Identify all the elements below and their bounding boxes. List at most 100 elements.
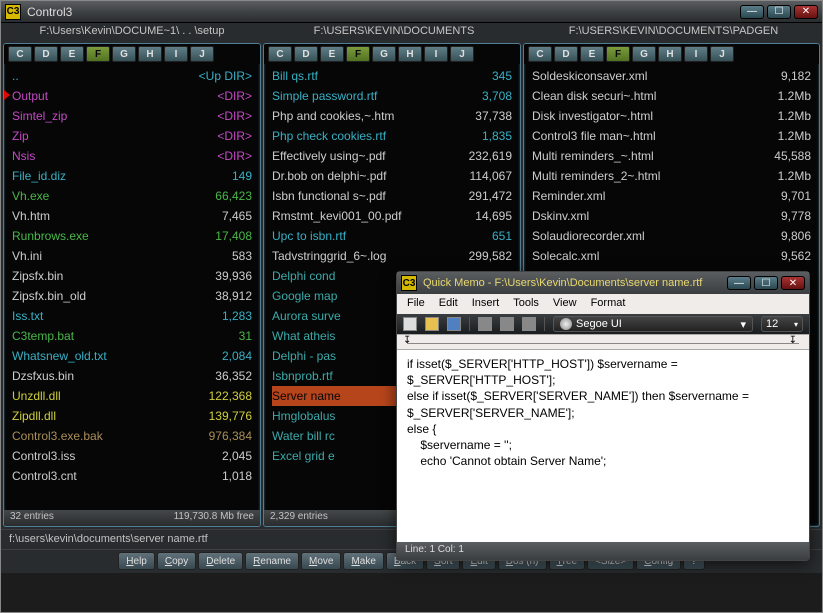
- file-row[interactable]: Iss.txt1,283: [12, 306, 252, 326]
- copy-icon[interactable]: [500, 317, 514, 331]
- drive-h[interactable]: H: [658, 46, 682, 62]
- paste-icon[interactable]: [522, 317, 536, 331]
- btn-help[interactable]: Help: [118, 552, 155, 570]
- file-row[interactable]: Tadvstringgrid_6~.log299,582: [272, 246, 512, 266]
- file-row[interactable]: Whatsnew_old.txt2,084: [12, 346, 252, 366]
- memo-titlebar[interactable]: C3 Quick Memo - F:\Users\Kevin\Documents…: [397, 272, 809, 294]
- file-row[interactable]: Nsis<DIR>: [12, 146, 252, 166]
- drive-f[interactable]: F: [86, 46, 110, 62]
- btn-rename[interactable]: Rename: [245, 552, 299, 570]
- file-row[interactable]: Php and cookies,~.htm37,738: [272, 106, 512, 126]
- maximize-button[interactable]: ☐: [767, 5, 791, 19]
- cut-icon[interactable]: [478, 317, 492, 331]
- font-select[interactable]: Segoe UI ▾: [553, 316, 753, 332]
- menu-file[interactable]: File: [407, 297, 425, 311]
- drive-f[interactable]: F: [606, 46, 630, 62]
- drive-f[interactable]: F: [346, 46, 370, 62]
- file-row[interactable]: Control3.iss2,045: [12, 446, 252, 466]
- file-row[interactable]: Vh.htm7,465: [12, 206, 252, 226]
- drive-g[interactable]: G: [632, 46, 656, 62]
- font-size-select[interactable]: 12 ▾: [761, 316, 803, 332]
- file-row[interactable]: Solecalc.xml9,562: [532, 246, 811, 266]
- drive-d[interactable]: D: [34, 46, 58, 62]
- file-row[interactable]: Dzsfxus.bin36,352: [12, 366, 252, 386]
- drive-j[interactable]: J: [450, 46, 474, 62]
- file-row[interactable]: Unzdll.dll122,368: [12, 386, 252, 406]
- drive-i[interactable]: I: [164, 46, 188, 62]
- file-row[interactable]: Disk investigator~.html1.2Mb: [532, 106, 811, 126]
- memo-maximize-button[interactable]: ☐: [754, 276, 778, 290]
- close-button[interactable]: ✕: [794, 5, 818, 19]
- btn-move[interactable]: Move: [301, 552, 341, 570]
- btn-delete[interactable]: Delete: [198, 552, 243, 570]
- file-row[interactable]: ..<Up DIR>: [12, 66, 252, 86]
- drive-c[interactable]: C: [268, 46, 292, 62]
- file-row[interactable]: Output<DIR>: [12, 86, 252, 106]
- drive-e[interactable]: E: [320, 46, 344, 62]
- file-row[interactable]: Simple password.rtf3,708: [272, 86, 512, 106]
- file-row[interactable]: File_id.diz149: [12, 166, 252, 186]
- new-icon[interactable]: [403, 317, 417, 331]
- tab-marker-left-icon[interactable]: ↧: [403, 335, 411, 346]
- drive-i[interactable]: I: [684, 46, 708, 62]
- file-row[interactable]: Solaudiorecorder.xml9,806: [532, 226, 811, 246]
- file-row[interactable]: Control3.cnt1,018: [12, 466, 252, 486]
- file-row[interactable]: Control3 file man~.html1.2Mb: [532, 126, 811, 146]
- file-row[interactable]: C3temp.bat31: [12, 326, 252, 346]
- file-row[interactable]: Dskinv.xml9,778: [532, 206, 811, 226]
- path-panel-2[interactable]: F:\USERS\KEVIN\DOCUMENTS: [263, 25, 525, 39]
- file-row[interactable]: Effectively using~.pdf232,619: [272, 146, 512, 166]
- save-icon[interactable]: [447, 317, 461, 331]
- file-row[interactable]: Multi reminders_~.html45,588: [532, 146, 811, 166]
- drive-c[interactable]: C: [528, 46, 552, 62]
- file-row[interactable]: Simtel_zip<DIR>: [12, 106, 252, 126]
- file-row[interactable]: Dr.bob on delphi~.pdf114,067: [272, 166, 512, 186]
- drive-d[interactable]: D: [554, 46, 578, 62]
- quick-memo-window[interactable]: C3 Quick Memo - F:\Users\Kevin\Documents…: [396, 271, 810, 561]
- open-icon[interactable]: [425, 317, 439, 331]
- file-row[interactable]: Control3.exe.bak976,384: [12, 426, 252, 446]
- file-row[interactable]: Upc to isbn.rtf651: [272, 226, 512, 246]
- drive-j[interactable]: J: [710, 46, 734, 62]
- drive-e[interactable]: E: [580, 46, 604, 62]
- file-row[interactable]: Runbrows.exe17,408: [12, 226, 252, 246]
- memo-minimize-button[interactable]: —: [727, 276, 751, 290]
- btn-make[interactable]: Make: [343, 552, 383, 570]
- file-row[interactable]: Php check cookies.rtf1,835: [272, 126, 512, 146]
- drive-j[interactable]: J: [190, 46, 214, 62]
- file-row[interactable]: Zipsfx.bin39,936: [12, 266, 252, 286]
- menu-tools[interactable]: Tools: [513, 297, 539, 311]
- drive-e[interactable]: E: [60, 46, 84, 62]
- btn-copy[interactable]: Copy: [157, 552, 196, 570]
- memo-ruler[interactable]: ↧ ↧: [397, 334, 809, 350]
- drive-i[interactable]: I: [424, 46, 448, 62]
- menu-format[interactable]: Format: [591, 297, 626, 311]
- file-row[interactable]: Bill qs.rtf345: [272, 66, 512, 86]
- tab-marker-right-icon[interactable]: ↧: [789, 335, 797, 346]
- drive-h[interactable]: H: [398, 46, 422, 62]
- memo-close-button[interactable]: ✕: [781, 276, 805, 290]
- drive-d[interactable]: D: [294, 46, 318, 62]
- file-row[interactable]: Reminder.xml9,701: [532, 186, 811, 206]
- file-row[interactable]: Zipdll.dll139,776: [12, 406, 252, 426]
- memo-editor[interactable]: if isset($_SERVER['HTTP_HOST']) $servern…: [397, 350, 809, 542]
- file-row[interactable]: Vh.ini583: [12, 246, 252, 266]
- filelist-1[interactable]: ..<Up DIR>Output<DIR>Simtel_zip<DIR>Zip<…: [4, 64, 260, 510]
- menu-view[interactable]: View: [553, 297, 577, 311]
- menu-insert[interactable]: Insert: [472, 297, 500, 311]
- file-row[interactable]: Rmstmt_kevi001_00.pdf14,695: [272, 206, 512, 226]
- minimize-button[interactable]: —: [740, 5, 764, 19]
- file-row[interactable]: Zip<DIR>: [12, 126, 252, 146]
- drive-g[interactable]: G: [372, 46, 396, 62]
- file-row[interactable]: Soldeskiconsaver.xml9,182: [532, 66, 811, 86]
- drive-c[interactable]: C: [8, 46, 32, 62]
- menu-edit[interactable]: Edit: [439, 297, 458, 311]
- file-row[interactable]: Vh.exe66,423: [12, 186, 252, 206]
- drive-g[interactable]: G: [112, 46, 136, 62]
- file-row[interactable]: Clean disk securi~.html1.2Mb: [532, 86, 811, 106]
- drive-h[interactable]: H: [138, 46, 162, 62]
- file-row[interactable]: Zipsfx.bin_old38,912: [12, 286, 252, 306]
- file-row[interactable]: Isbn functional s~.pdf291,472: [272, 186, 512, 206]
- path-panel-1[interactable]: F:\Users\Kevin\DOCUME~1\ . . \setup: [1, 25, 263, 39]
- file-row[interactable]: Multi reminders_2~.html1.2Mb: [532, 166, 811, 186]
